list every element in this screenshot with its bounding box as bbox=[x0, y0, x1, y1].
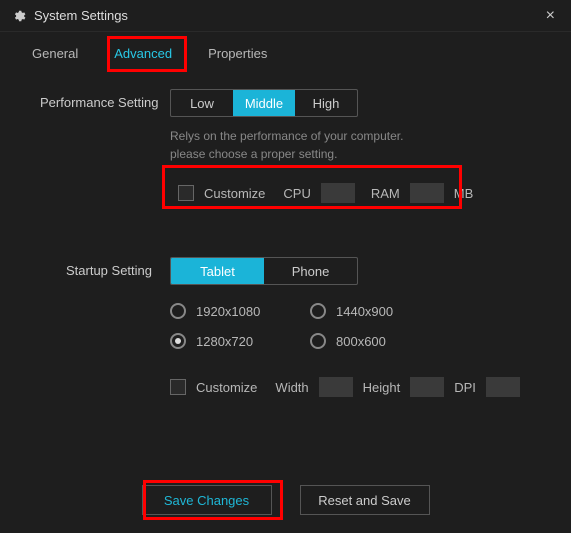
performance-label: Performance Setting bbox=[40, 89, 170, 110]
performance-level-group: Low Middle High bbox=[170, 89, 358, 117]
system-settings-window: System Settings × General Advanced Prope… bbox=[0, 0, 571, 533]
window-title: System Settings bbox=[34, 8, 128, 23]
performance-section: Performance Setting Low Middle High Rely… bbox=[40, 89, 541, 209]
titlebar: System Settings × bbox=[0, 0, 571, 32]
device-type-group: Tablet Phone bbox=[170, 257, 358, 285]
cpu-input[interactable] bbox=[321, 183, 355, 203]
tab-general[interactable]: General bbox=[30, 42, 80, 65]
save-changes-button[interactable]: Save Changes bbox=[142, 485, 272, 515]
tab-properties[interactable]: Properties bbox=[206, 42, 269, 65]
res-1280x720[interactable]: 1280x720 bbox=[170, 333, 310, 349]
perf-customize-checkbox[interactable] bbox=[178, 185, 194, 201]
startup-label: Startup Setting bbox=[20, 257, 170, 278]
dpi-label: DPI bbox=[454, 380, 476, 395]
width-input[interactable] bbox=[319, 377, 353, 397]
height-input[interactable] bbox=[410, 377, 444, 397]
content-area: Performance Setting Low Middle High Rely… bbox=[0, 69, 571, 425]
ram-input[interactable] bbox=[410, 183, 444, 203]
performance-help: Relys on the performance of your compute… bbox=[170, 127, 541, 163]
startup-customize-row: Customize Width Height DPI bbox=[170, 377, 541, 397]
height-label: Height bbox=[363, 380, 401, 395]
resolution-grid: 1920x1080 1440x900 1280x720 800x600 bbox=[170, 303, 541, 349]
res-1920x1080[interactable]: 1920x1080 bbox=[170, 303, 310, 319]
gear-icon bbox=[12, 9, 26, 23]
perf-middle[interactable]: Middle bbox=[233, 90, 295, 116]
width-label: Width bbox=[275, 380, 308, 395]
perf-high[interactable]: High bbox=[295, 90, 357, 116]
perf-customize-row: Customize CPU RAM MB bbox=[170, 177, 541, 209]
perf-customize-label: Customize bbox=[204, 186, 265, 201]
startup-section: Startup Setting Tablet Phone 1920x1080 1… bbox=[40, 257, 541, 397]
reset-and-save-button[interactable]: Reset and Save bbox=[300, 485, 430, 515]
device-tablet[interactable]: Tablet bbox=[171, 258, 264, 284]
ram-label: RAM bbox=[371, 186, 400, 201]
mb-label: MB bbox=[454, 186, 474, 201]
res-800x600[interactable]: 800x600 bbox=[310, 333, 450, 349]
perf-low[interactable]: Low bbox=[171, 90, 233, 116]
cpu-label: CPU bbox=[283, 186, 310, 201]
device-phone[interactable]: Phone bbox=[264, 258, 357, 284]
tab-advanced[interactable]: Advanced bbox=[112, 42, 174, 65]
tabs: General Advanced Properties bbox=[0, 32, 571, 69]
res-1440x900[interactable]: 1440x900 bbox=[310, 303, 450, 319]
startup-customize-checkbox[interactable] bbox=[170, 379, 186, 395]
startup-customize-label: Customize bbox=[196, 380, 257, 395]
footer-buttons: Save Changes Reset and Save bbox=[0, 485, 571, 515]
dpi-input[interactable] bbox=[486, 377, 520, 397]
close-button[interactable]: × bbox=[542, 7, 559, 25]
